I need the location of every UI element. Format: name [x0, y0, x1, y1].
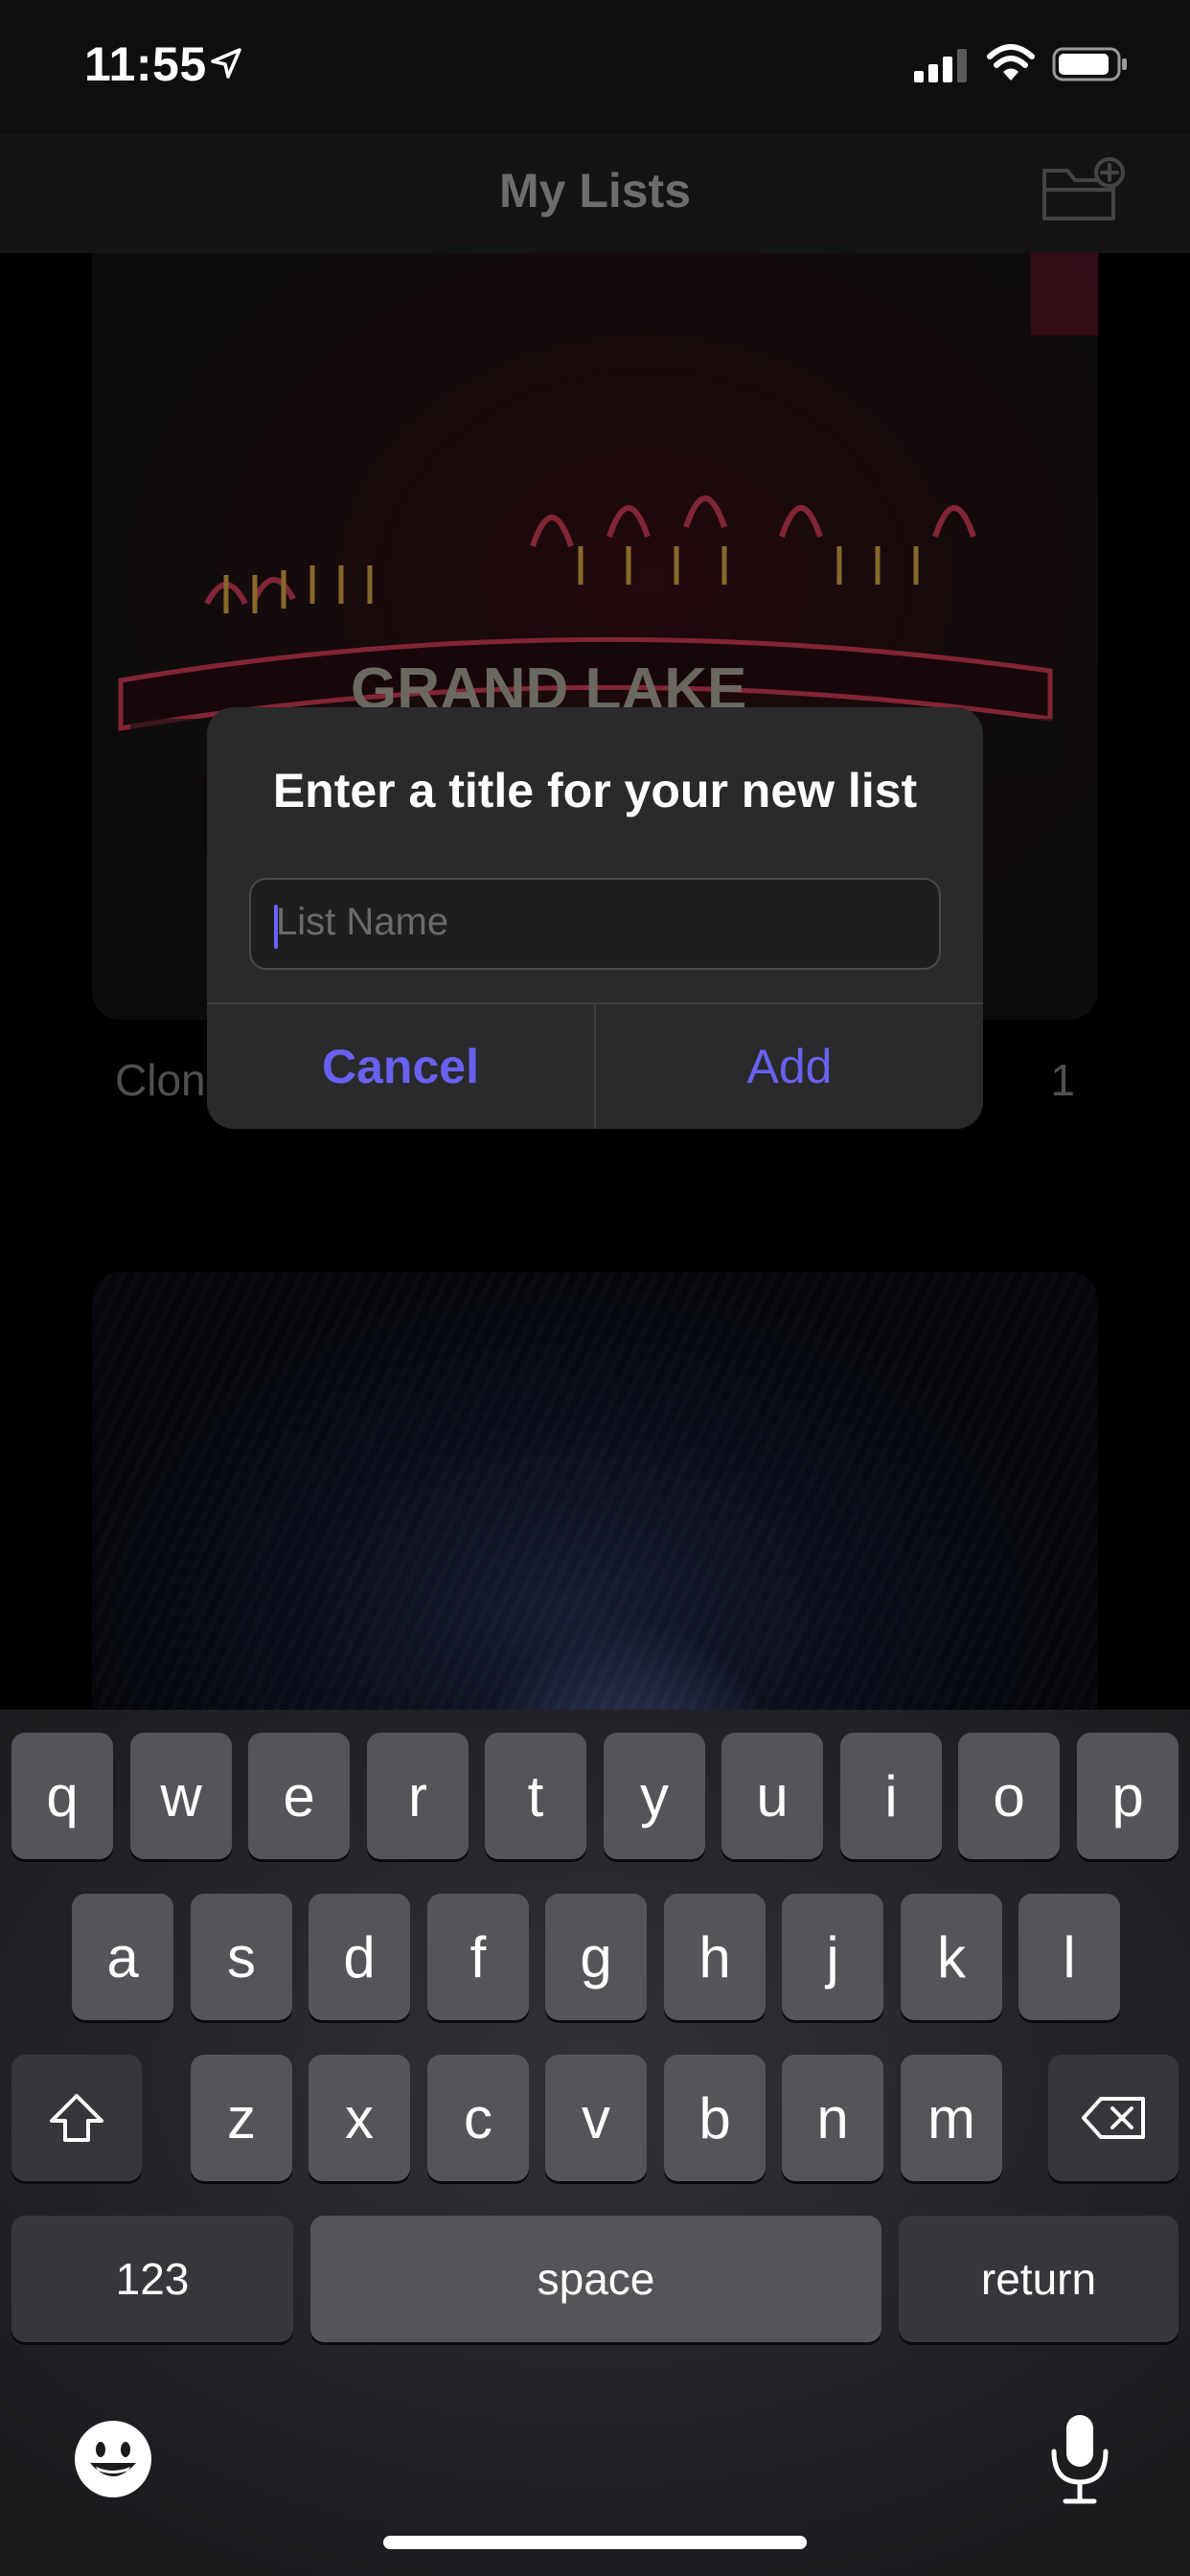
wifi-icon [987, 44, 1035, 80]
new-list-alert: Enter a title for your new list List Nam… [207, 707, 983, 1129]
microphone-icon[interactable] [1048, 2413, 1111, 2505]
page-title: My Lists [498, 164, 692, 218]
key-j[interactable]: j [782, 1894, 883, 2020]
return-key[interactable]: return [899, 2216, 1179, 2342]
key-i[interactable]: i [840, 1733, 942, 1859]
key-g[interactable]: g [545, 1894, 647, 2020]
battery-icon [1052, 47, 1127, 81]
key-t[interactable]: t [485, 1733, 586, 1859]
shift-icon [50, 2094, 103, 2142]
cellular-signal-icon [914, 49, 967, 82]
key-l[interactable]: l [1018, 1894, 1120, 2020]
key-e[interactable]: e [248, 1733, 350, 1859]
key-m[interactable]: m [901, 2055, 1002, 2181]
navigation-bar: My Lists [0, 134, 1190, 253]
key-b[interactable]: b [664, 2055, 766, 2181]
key-o[interactable]: o [958, 1733, 1060, 1859]
key-x[interactable]: x [309, 2055, 410, 2181]
emoji-icon[interactable] [73, 2419, 153, 2499]
key-d[interactable]: d [309, 1894, 410, 2020]
key-a[interactable]: a [72, 1894, 173, 2020]
key-v[interactable]: v [545, 2055, 647, 2181]
new-folder-icon[interactable] [1041, 157, 1129, 224]
key-s[interactable]: s [191, 1894, 292, 2020]
key-w[interactable]: w [130, 1733, 232, 1859]
shift-key[interactable] [11, 2055, 142, 2181]
list-name-input[interactable]: List Name [249, 878, 941, 970]
key-y[interactable]: y [604, 1733, 705, 1859]
key-r[interactable]: r [367, 1733, 469, 1859]
key-k[interactable]: k [901, 1894, 1002, 2020]
key-q[interactable]: q [11, 1733, 113, 1859]
key-c[interactable]: c [427, 2055, 529, 2181]
key-h[interactable]: h [664, 1894, 766, 2020]
delete-key[interactable] [1048, 2055, 1179, 2181]
delete-icon [1082, 2097, 1145, 2139]
cancel-button[interactable]: Cancel [207, 1004, 594, 1129]
key-z[interactable]: z [191, 2055, 292, 2181]
alert-title: Enter a title for your new list [272, 764, 918, 817]
list-name-placeholder: List Name [276, 901, 449, 943]
keyboard: q w e r t y u i o p a s d f g h j k l z … [0, 1710, 1190, 2576]
numbers-key[interactable]: 123 [11, 2216, 293, 2342]
status-time: 11:55 [84, 37, 207, 91]
key-f[interactable]: f [427, 1894, 529, 2020]
key-n[interactable]: n [782, 2055, 883, 2181]
key-u[interactable]: u [721, 1733, 823, 1859]
space-key[interactable]: space [310, 2216, 881, 2342]
home-indicator[interactable] [383, 2536, 807, 2549]
add-button[interactable]: Add [596, 1004, 983, 1129]
key-p[interactable]: p [1077, 1733, 1179, 1859]
location-arrow-icon [211, 48, 241, 79]
status-bar: 11:55 [0, 0, 1190, 134]
